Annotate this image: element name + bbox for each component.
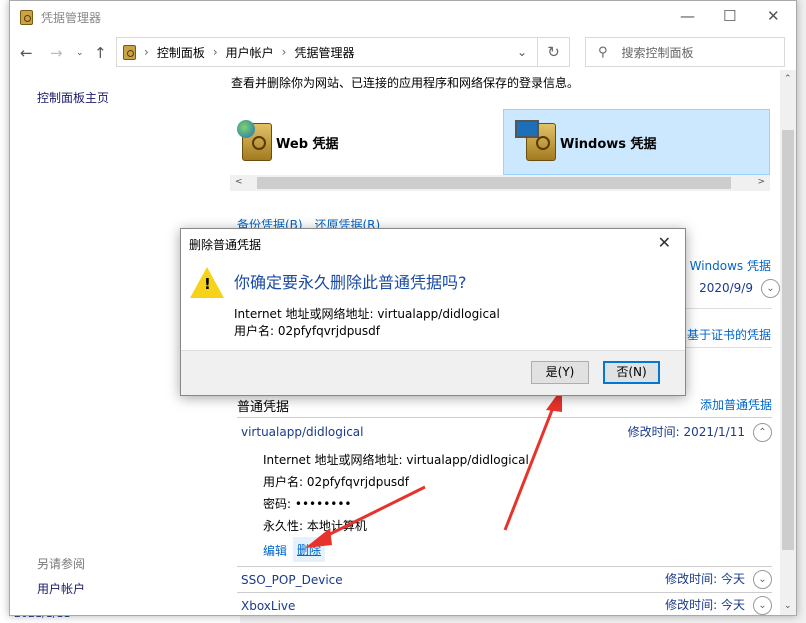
credential-row[interactable]: SSO_POP_Device 修改时间: 今天⌄ <box>237 566 772 592</box>
chevron-down-icon[interactable]: ⌄ <box>761 279 780 298</box>
web-vault-icon <box>242 123 272 161</box>
up-icon[interactable]: ↑ <box>94 44 107 62</box>
chevron-down-icon[interactable]: ⌄ <box>517 45 527 59</box>
tab-web-credentials[interactable]: Web 凭据 <box>230 109 380 175</box>
dialog-close-button[interactable]: ✕ <box>658 233 671 252</box>
no-button[interactable]: 否(N) <box>603 361 660 384</box>
chevron-down-icon[interactable]: ⌄ <box>753 570 772 589</box>
forward-icon[interactable]: → <box>50 44 63 62</box>
close-button[interactable]: ✕ <box>767 7 780 25</box>
title-bar: 凭据管理器 — ☐ ✕ <box>10 1 796 33</box>
generic-credentials-heading: 普通凭据 <box>237 396 289 417</box>
control-panel-home-link[interactable]: 控制面板主页 <box>37 89 109 106</box>
vertical-scrollbar[interactable]: ⌃⌄ <box>780 70 796 615</box>
navigation-bar: ← → ⌄ ↑ ›控制面板 ›用户帐户 ›凭据管理器 ⌄ ↻ ⚲ 搜索控制面板 <box>10 37 796 69</box>
refresh-icon[interactable]: ↻ <box>537 38 569 66</box>
search-input[interactable]: ⚲ 搜索控制面板 <box>585 37 785 67</box>
password-value: •••••••• <box>295 497 352 511</box>
dialog-question: 你确定要永久删除此普通凭据吗? <box>234 269 467 293</box>
credential-row[interactable]: XboxLive 修改时间: 今天⌄ <box>237 592 772 615</box>
horizontal-scrollbar[interactable]: <> <box>230 175 770 191</box>
address-bar[interactable]: ›控制面板 ›用户帐户 ›凭据管理器 ⌄ ↻ <box>116 37 570 67</box>
breadcrumb-item[interactable]: 用户帐户 <box>226 44 274 61</box>
persistence-value: 本地计算机 <box>307 519 367 533</box>
username-value: 02pfyfqvrjdpusdf <box>307 475 409 489</box>
modified-date: 2020/9/9 <box>699 281 753 295</box>
window-title: 凭据管理器 <box>41 9 101 26</box>
search-icon: ⚲ <box>598 45 608 60</box>
breadcrumb-item[interactable]: 凭据管理器 <box>294 44 354 61</box>
dialog-address: Internet 地址或网络地址: virtualapp/didlogical <box>234 305 500 322</box>
dialog-title: 删除普通凭据 <box>189 236 261 253</box>
delete-link[interactable]: 删除 <box>293 537 325 562</box>
recent-dropdown-icon[interactable]: ⌄ <box>76 48 84 58</box>
chevron-down-icon[interactable]: ⌄ <box>753 596 772 615</box>
description: 查看并删除你为网站、已连接的应用程序和网络保存的登录信息。 <box>231 74 579 91</box>
windows-vault-icon <box>526 123 556 161</box>
search-placeholder: 搜索控制面板 <box>622 44 694 61</box>
yes-button[interactable]: 是(Y) <box>531 361 589 384</box>
edit-link[interactable]: 编辑 <box>263 542 287 559</box>
back-icon[interactable]: ← <box>20 44 33 62</box>
windows-credential-row[interactable]: 2020/9/9 ⌄ <box>699 279 780 298</box>
credential-name: virtualapp/didlogical <box>241 425 363 439</box>
tab-label: Web 凭据 <box>276 133 339 152</box>
tab-label: Windows 凭据 <box>560 133 657 152</box>
tab-windows-credentials[interactable]: Windows 凭据 <box>503 109 770 175</box>
user-accounts-link[interactable]: 用户帐户 <box>37 580 85 597</box>
minimize-button[interactable]: — <box>680 7 695 25</box>
credential-row-expanded[interactable]: virtualapp/didlogical 修改时间: 2021/1/11⌃ <box>237 419 772 445</box>
safe-icon <box>123 45 136 60</box>
add-generic-credential-link[interactable]: 添加普通凭据 <box>700 396 772 417</box>
chevron-up-icon[interactable]: ⌃ <box>753 423 772 442</box>
warning-icon: ! <box>190 267 224 298</box>
safe-icon <box>20 10 33 25</box>
dialog-username: 用户名: 02pfyfqvrjdpusdf <box>234 322 380 339</box>
delete-confirm-dialog: 删除普通凭据 ✕ ! 你确定要永久删除此普通凭据吗? Internet 地址或网… <box>180 228 686 396</box>
maximize-button[interactable]: ☐ <box>723 7 736 25</box>
see-also-label: 另请参阅 <box>37 555 85 572</box>
address-value: virtualapp/didlogical <box>406 453 528 467</box>
breadcrumb-item[interactable]: 控制面板 <box>157 44 205 61</box>
